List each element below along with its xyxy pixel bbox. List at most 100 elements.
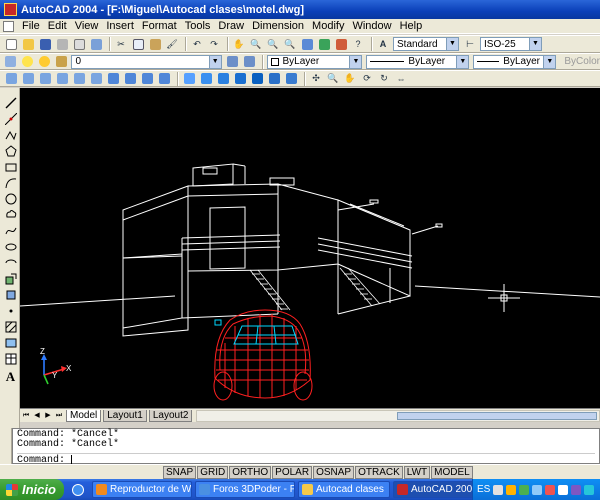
start-button[interactable]: Inicio xyxy=(0,479,64,500)
command-prompt[interactable]: Command: xyxy=(17,453,595,466)
pan-3d-icon[interactable]: ✋ xyxy=(343,72,357,86)
menu-modify[interactable]: Modify xyxy=(308,19,348,34)
quick-launch-browser-icon[interactable] xyxy=(67,482,89,498)
tab-layout2[interactable]: Layout2 xyxy=(148,409,193,422)
dim-style-icon[interactable]: ⊢ xyxy=(463,37,477,51)
chevron-down-icon[interactable]: ▼ xyxy=(529,38,541,50)
polyline-icon[interactable] xyxy=(4,128,17,141)
tool-palettes-icon[interactable] xyxy=(334,37,348,51)
match-properties-icon[interactable]: 🖌 xyxy=(165,37,179,51)
line-icon[interactable] xyxy=(4,96,17,109)
snap-toggle[interactable]: SNAP xyxy=(163,465,197,479)
tab-layout1[interactable]: Layout1 xyxy=(103,409,147,422)
tray-app-icon[interactable] xyxy=(493,484,504,495)
view-top-icon[interactable] xyxy=(4,72,18,86)
chevron-down-icon[interactable]: ▼ xyxy=(456,55,469,68)
lwt-toggle[interactable]: LWT xyxy=(403,465,431,479)
chevron-down-icon[interactable]: ▼ xyxy=(543,55,556,68)
new-file-icon[interactable] xyxy=(4,37,18,51)
tray-app-icon[interactable] xyxy=(532,484,543,495)
swivel-icon[interactable]: ↻ xyxy=(377,72,391,86)
autocad-app-icon[interactable] xyxy=(4,3,17,16)
document-icon[interactable] xyxy=(3,21,14,32)
table-icon[interactable] xyxy=(4,352,17,365)
orbit-icon[interactable]: ✣ xyxy=(309,72,323,86)
tray-app-icon[interactable] xyxy=(584,484,595,495)
chevron-down-icon[interactable]: ▼ xyxy=(446,38,458,50)
shade-flat-icon[interactable] xyxy=(233,72,247,86)
tray-app-icon[interactable] xyxy=(571,484,582,495)
rectangle-icon[interactable] xyxy=(4,160,17,173)
menu-view[interactable]: View xyxy=(71,19,103,34)
hatch-icon[interactable] xyxy=(4,320,17,333)
horizontal-scrollbar[interactable] xyxy=(196,409,600,422)
view-right-icon[interactable] xyxy=(55,72,69,86)
spline-icon[interactable] xyxy=(4,224,17,237)
ortho-toggle[interactable]: ORTHO xyxy=(229,465,272,479)
redo-icon[interactable]: ↷ xyxy=(207,37,221,51)
grid-toggle[interactable]: GRID xyxy=(197,465,229,479)
shade-gouraud-edges-icon[interactable] xyxy=(284,72,298,86)
insert-block-icon[interactable] xyxy=(4,272,17,285)
lineweight-control-select[interactable]: ByLayer ▼ xyxy=(473,54,557,69)
make-block-icon[interactable] xyxy=(4,288,17,301)
print-icon[interactable] xyxy=(55,37,69,51)
ellipse-icon[interactable] xyxy=(4,240,17,253)
tray-network-icon[interactable] xyxy=(519,484,530,495)
otrack-toggle[interactable]: OTRACK xyxy=(355,465,403,479)
revision-cloud-icon[interactable] xyxy=(4,208,17,221)
pan-icon[interactable]: ✋ xyxy=(232,37,246,51)
zoom-previous-icon[interactable]: 🔍 xyxy=(283,37,297,51)
view-left-icon[interactable] xyxy=(38,72,52,86)
save-icon[interactable] xyxy=(38,37,52,51)
shade-gouraud-icon[interactable] xyxy=(250,72,264,86)
view-sw-iso-icon[interactable] xyxy=(106,72,120,86)
menu-edit[interactable]: Edit xyxy=(44,19,71,34)
chevron-down-icon[interactable]: ▼ xyxy=(208,55,221,68)
task-folder-autocad-clases[interactable]: Autocad clases xyxy=(298,481,390,498)
chevron-down-icon[interactable]: ▼ xyxy=(349,55,362,68)
circle-icon[interactable] xyxy=(4,192,17,205)
menu-dimension[interactable]: Dimension xyxy=(248,19,308,34)
task-media-player[interactable]: Reproductor de Win... xyxy=(92,481,192,498)
first-tab-icon[interactable]: ⏮ xyxy=(21,411,31,421)
cut-icon[interactable]: ✂ xyxy=(114,37,128,51)
view-front-icon[interactable] xyxy=(72,72,86,86)
view-bottom-icon[interactable] xyxy=(21,72,35,86)
last-tab-icon[interactable]: ⏭ xyxy=(54,411,64,421)
scroll-thumb[interactable] xyxy=(397,411,598,420)
view-back-icon[interactable] xyxy=(89,72,103,86)
properties-icon[interactable] xyxy=(300,37,314,51)
menu-draw[interactable]: Draw xyxy=(214,19,248,34)
point-icon[interactable] xyxy=(4,304,17,317)
layer-lock-icon[interactable] xyxy=(55,55,69,69)
tray-app-icon[interactable] xyxy=(545,484,556,495)
multiline-text-icon[interactable]: A xyxy=(4,369,17,384)
tray-app-icon[interactable] xyxy=(558,484,569,495)
task-browser-foros[interactable]: Foros 3DPoder - Par... xyxy=(195,481,295,498)
shade-2d-wireframe-icon[interactable] xyxy=(182,72,196,86)
arc-icon[interactable] xyxy=(4,176,17,189)
distance-icon[interactable]: ⇔ xyxy=(394,72,408,86)
design-center-icon[interactable] xyxy=(317,37,331,51)
paste-icon[interactable] xyxy=(148,37,162,51)
copy-icon[interactable] xyxy=(131,37,145,51)
view-se-iso-icon[interactable] xyxy=(123,72,137,86)
ellipse-arc-icon[interactable] xyxy=(4,256,17,269)
make-object-layer-current-icon[interactable] xyxy=(226,55,240,69)
print-preview-icon[interactable] xyxy=(72,37,86,51)
polygon-icon[interactable] xyxy=(4,144,17,157)
next-tab-icon[interactable]: ▶ xyxy=(43,411,53,421)
shade-hidden-icon[interactable] xyxy=(216,72,230,86)
dim-style-select[interactable]: ISO-25 ▼ xyxy=(480,37,542,51)
menu-insert[interactable]: Insert xyxy=(102,19,138,34)
layer-manager-icon[interactable] xyxy=(4,55,18,69)
osnap-toggle[interactable]: OSNAP xyxy=(313,465,355,479)
layer-freeze-icon[interactable] xyxy=(38,55,52,69)
text-style-icon[interactable]: A xyxy=(376,37,390,51)
undo-icon[interactable]: ↶ xyxy=(190,37,204,51)
shade-3d-wireframe-icon[interactable] xyxy=(199,72,213,86)
menu-format[interactable]: Format xyxy=(138,19,181,34)
shade-flat-edges-icon[interactable] xyxy=(267,72,281,86)
menu-file[interactable]: File xyxy=(18,19,44,34)
